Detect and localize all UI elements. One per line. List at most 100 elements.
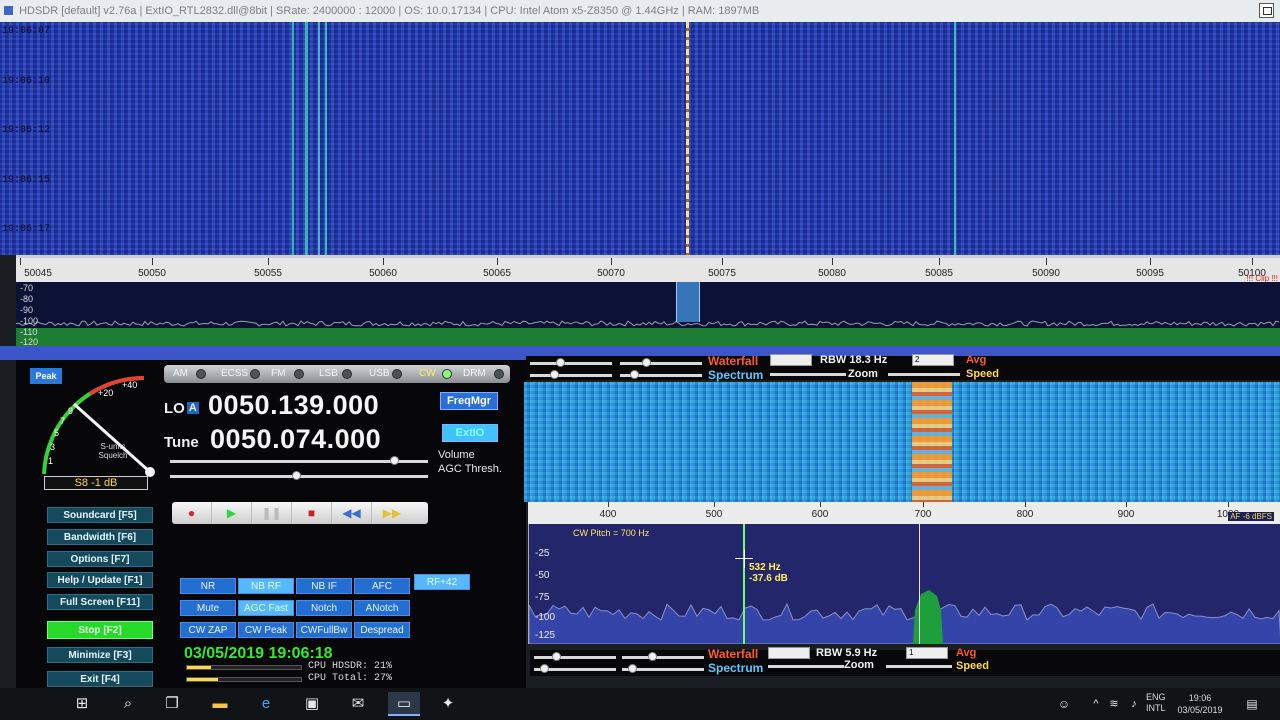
zoom-slider-left-2[interactable] bbox=[768, 665, 844, 668]
tune-marker[interactable] bbox=[686, 22, 689, 255]
stop-record-button[interactable]: ■ bbox=[292, 502, 332, 524]
play-button[interactable]: ▶ bbox=[212, 502, 252, 524]
audio-scale-label: 600 bbox=[811, 509, 829, 520]
scale-label: 50075 bbox=[708, 268, 736, 279]
mode-ecss-button[interactable]: ECSS bbox=[216, 367, 262, 381]
mode-fm-button[interactable]: FM bbox=[266, 367, 306, 381]
audio-scale-tick bbox=[820, 502, 821, 507]
soundcard-button[interactable]: Soundcard [F5] bbox=[47, 507, 153, 523]
lo-a-badge[interactable]: A bbox=[186, 402, 199, 414]
agc-thresh-slider-knob[interactable] bbox=[292, 471, 301, 480]
input-language[interactable]: ENG INTL bbox=[1146, 692, 1166, 714]
bandwidth-button[interactable]: Bandwidth [F6] bbox=[47, 529, 153, 545]
nb-rf-button[interactable]: NB RF bbox=[238, 578, 294, 594]
avg-box[interactable]: 2 bbox=[912, 354, 954, 366]
minimize-button[interactable]: Minimize [F3] bbox=[47, 647, 153, 663]
s-meter-scale: 7 bbox=[60, 416, 66, 426]
nb-if-button[interactable]: NB IF bbox=[296, 578, 352, 594]
record-button[interactable]: ● bbox=[172, 502, 212, 524]
mode-drm-button[interactable]: DRM bbox=[458, 367, 506, 381]
app-taskbar-icon[interactable]: ✦ bbox=[436, 692, 460, 716]
windows-start-icon[interactable]: ⊞ bbox=[70, 692, 94, 716]
restore-button[interactable] bbox=[1259, 3, 1274, 18]
notch-button[interactable]: Notch bbox=[296, 600, 352, 616]
cw-fullbw-button[interactable]: CWFullBw bbox=[296, 622, 352, 638]
spectrum-gain-slider[interactable] bbox=[530, 374, 612, 377]
help-update-button[interactable]: Help / Update [F1] bbox=[47, 572, 153, 588]
volume-icon[interactable]: ♪ bbox=[1122, 692, 1146, 716]
file-explorer-icon[interactable]: ▬ bbox=[208, 692, 232, 716]
waterfall-gain-slider-2[interactable] bbox=[534, 656, 616, 659]
options-button[interactable]: Options [F7] bbox=[47, 551, 153, 567]
rewind-button[interactable]: ◀◀ bbox=[332, 502, 372, 524]
spectrum-contrast-knob-2[interactable] bbox=[628, 664, 637, 673]
scale-tick bbox=[20, 258, 21, 265]
clock-time: 19:06 bbox=[1188, 693, 1212, 703]
app-icon bbox=[4, 6, 13, 15]
frequency-scale[interactable]: 50045 50050 50055 50060 50065 50070 5007… bbox=[16, 255, 1280, 282]
mode-cw-button[interactable]: CW bbox=[414, 367, 454, 381]
cw-peak-button[interactable]: CW Peak bbox=[238, 622, 294, 638]
afc-button[interactable]: AFC bbox=[354, 578, 410, 594]
mode-led bbox=[494, 369, 504, 379]
audio-frequency-scale[interactable]: 400 500 600 700 800 900 1000 AF -6 dBFS bbox=[528, 502, 1280, 524]
freqmgr-button[interactable]: FreqMgr bbox=[440, 392, 498, 410]
notification-icon[interactable]: ▤ bbox=[1240, 692, 1264, 716]
waterfall-contrast-knob[interactable] bbox=[642, 358, 651, 367]
mail-icon[interactable]: ✉ bbox=[346, 692, 370, 716]
rbw-selector-2[interactable] bbox=[768, 647, 810, 659]
edge-browser-icon[interactable]: e bbox=[254, 692, 278, 716]
audio-waterfall[interactable] bbox=[524, 382, 1280, 502]
store-icon[interactable]: ▣ bbox=[300, 692, 324, 716]
spectrum-gain-knob-2[interactable] bbox=[540, 664, 549, 673]
full-screen-button[interactable]: Full Screen [F11] bbox=[47, 594, 153, 610]
anotch-button[interactable]: ANotch bbox=[354, 600, 410, 616]
spectrum-gain-knob[interactable] bbox=[550, 370, 559, 379]
zoom-slider-right-2[interactable] bbox=[886, 665, 952, 668]
cw-zap-button[interactable]: CW ZAP bbox=[180, 622, 236, 638]
avg-box-2[interactable]: 1 bbox=[906, 647, 948, 659]
spectrum-label-2: Spectrum bbox=[708, 661, 764, 675]
despread-button[interactable]: Despread bbox=[354, 622, 410, 638]
waterfall-timestamp: 19:06:12 bbox=[2, 125, 51, 136]
people-icon[interactable]: ☺ bbox=[1052, 692, 1076, 716]
avg-label-2: Avg bbox=[956, 647, 977, 659]
rf-gain-button[interactable]: RF+42 bbox=[414, 574, 470, 590]
mute-button[interactable]: Mute bbox=[180, 600, 236, 616]
fast-forward-button[interactable]: ▶▶ bbox=[372, 502, 412, 524]
tune-frequency[interactable]: 0050.074.000 bbox=[210, 424, 381, 455]
agc-fast-button[interactable]: AGC Fast bbox=[238, 600, 294, 616]
waterfall-contrast-slider-2[interactable] bbox=[622, 656, 704, 659]
waterfall-contrast-slider[interactable] bbox=[620, 362, 702, 365]
mode-am-button[interactable]: AM bbox=[168, 367, 208, 381]
mode-usb-button[interactable]: USB bbox=[364, 367, 404, 381]
zoom-slider-right[interactable] bbox=[888, 373, 960, 376]
scale-label: 50095 bbox=[1136, 268, 1164, 279]
mode-lsb-button[interactable]: LSB bbox=[314, 367, 354, 381]
pause-button[interactable]: ❚❚ bbox=[252, 502, 292, 524]
rbw-selector[interactable] bbox=[770, 354, 812, 366]
tune-bandwidth-marker[interactable] bbox=[676, 282, 700, 322]
cpu-hdsdr-readout: CPU HDSDR: 21% bbox=[308, 661, 393, 672]
audio-spectrum[interactable]: -25 -50 -75 -100 -125 CW Pitch = 700 Hz … bbox=[528, 524, 1280, 644]
exit-button[interactable]: Exit [F4] bbox=[47, 671, 153, 687]
hdsdr-taskbar-icon[interactable]: ▭ bbox=[388, 692, 420, 716]
spectrum-contrast-knob[interactable] bbox=[630, 370, 639, 379]
window-title: HDSDR [default] v2.76a | ExtIO_RTL2832.d… bbox=[19, 5, 760, 17]
volume-slider-knob[interactable] bbox=[390, 456, 399, 465]
zoom-slider-left[interactable] bbox=[770, 373, 846, 376]
lo-frequency[interactable]: 0050.139.000 bbox=[208, 390, 379, 421]
main-spectrum[interactable]: -70 -80 -90 -100 -110 -120 bbox=[16, 282, 1280, 346]
waterfall-gain-knob-2[interactable] bbox=[552, 652, 561, 661]
nr-button[interactable]: NR bbox=[180, 578, 236, 594]
main-waterfall[interactable]: 19:06:07 19:06:10 19:06:12 19:06:15 19:0… bbox=[0, 22, 1280, 255]
waterfall-gain-knob[interactable] bbox=[556, 358, 565, 367]
speed-label-2: Speed bbox=[956, 660, 990, 672]
system-clock[interactable]: 19:06 03/05/2019 bbox=[1176, 692, 1224, 716]
waterfall-contrast-knob-2[interactable] bbox=[648, 652, 657, 661]
waterfall-gain-slider[interactable] bbox=[530, 362, 612, 365]
search-icon[interactable]: ⌕ bbox=[116, 692, 140, 716]
stop-button[interactable]: Stop [F2] bbox=[47, 621, 153, 639]
extio-button[interactable]: ExtIO bbox=[442, 424, 498, 442]
task-view-icon[interactable]: ❐ bbox=[160, 692, 184, 716]
